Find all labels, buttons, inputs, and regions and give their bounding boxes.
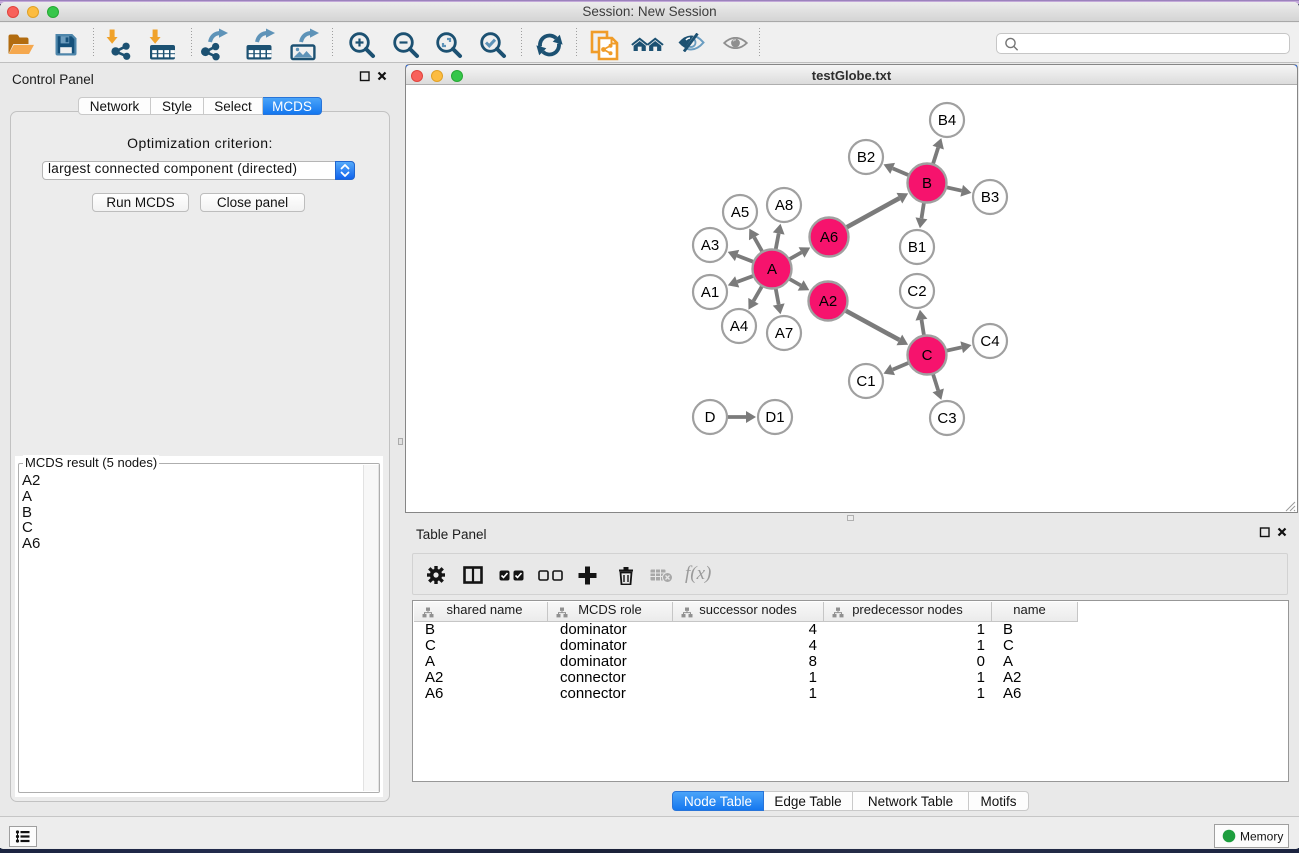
svg-text:A6: A6 (820, 229, 838, 246)
svg-text:C4: C4 (980, 333, 999, 350)
svg-text:A1: A1 (701, 284, 719, 301)
svg-text:B1: B1 (908, 239, 926, 256)
svg-text:A5: A5 (731, 204, 749, 221)
svg-text:A3: A3 (701, 237, 719, 254)
svg-text:D: D (705, 409, 716, 426)
svg-text:A7: A7 (775, 325, 793, 342)
svg-text:A: A (767, 261, 777, 278)
svg-text:A2: A2 (819, 293, 837, 310)
svg-text:B3: B3 (981, 189, 999, 206)
svg-text:B4: B4 (938, 112, 956, 129)
svg-text:D1: D1 (765, 409, 784, 426)
svg-text:A8: A8 (775, 197, 793, 214)
svg-text:B2: B2 (857, 149, 875, 166)
svg-text:C2: C2 (907, 283, 926, 300)
svg-text:C: C (922, 347, 933, 364)
svg-text:C1: C1 (856, 373, 875, 390)
svg-text:C3: C3 (937, 410, 956, 427)
svg-text:Memory: Memory (1240, 830, 1283, 844)
svg-text:B: B (922, 175, 932, 192)
svg-text:A4: A4 (730, 318, 748, 335)
